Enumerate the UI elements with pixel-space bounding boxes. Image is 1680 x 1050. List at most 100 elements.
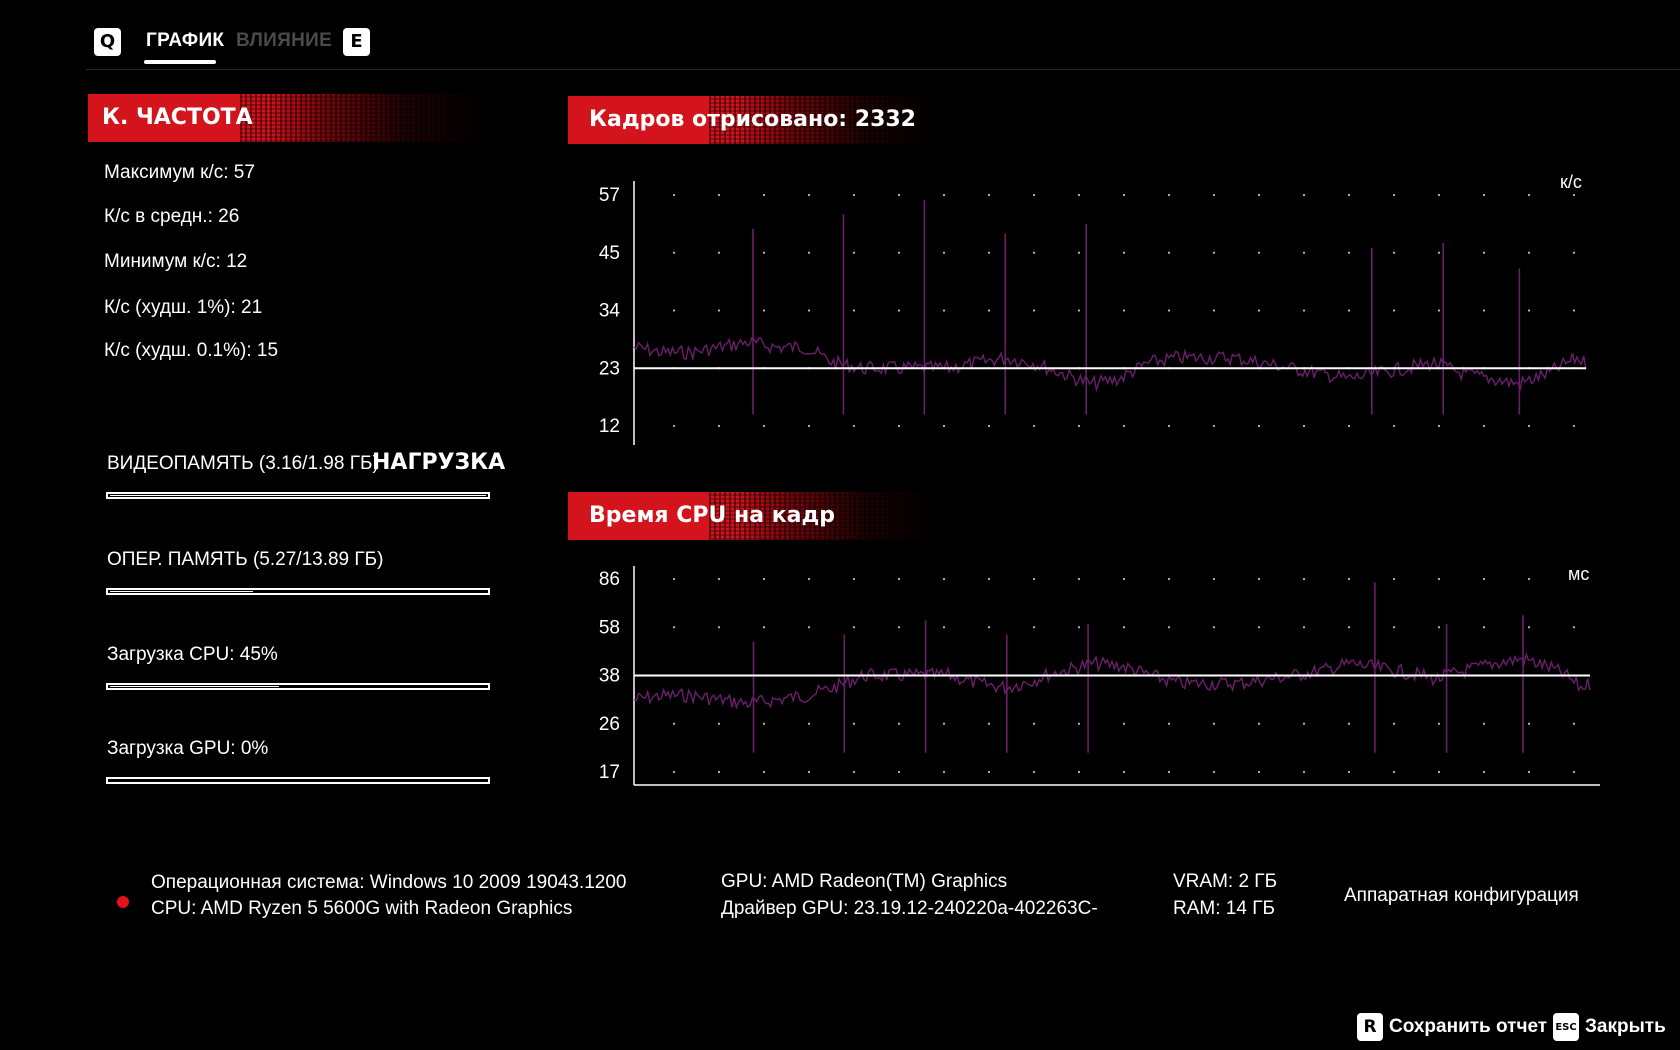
- grid-dot: [1437, 309, 1441, 312]
- grid-dot: [1347, 577, 1351, 581]
- grid-dot: [1212, 722, 1216, 725]
- grid-dot: [852, 770, 856, 774]
- grid-dot: [1482, 424, 1486, 428]
- fps-chart: 57 45 34 23 12: [599, 181, 1587, 445]
- grid-dot: [1302, 193, 1306, 197]
- grid-dot: [897, 770, 901, 774]
- y-tick-label: 57: [599, 185, 620, 206]
- grid-dot: [1032, 626, 1036, 629]
- grid-dot: [1392, 309, 1396, 312]
- grid-dot: [1257, 770, 1261, 774]
- grid-dot: [897, 309, 901, 312]
- tab-graph[interactable]: ГРАФИК: [146, 30, 224, 52]
- grid-dot: [1482, 193, 1486, 197]
- grid-dot: [1122, 770, 1126, 774]
- grid-dot: [1437, 251, 1441, 254]
- grid-dot: [1077, 251, 1081, 254]
- grid-dot: [1302, 309, 1306, 312]
- grid-dot: [1572, 424, 1576, 428]
- tab-impact[interactable]: ВЛИЯНИЕ: [236, 30, 332, 52]
- grid-dot: [1032, 193, 1036, 197]
- grid-dot: [807, 193, 811, 197]
- grid-dot: [807, 770, 811, 774]
- grid-dot: [1572, 770, 1576, 774]
- grid-dot: [942, 309, 946, 312]
- cpu-chart-header: Время CPU на кадр: [568, 492, 938, 540]
- grid-dot: [1257, 309, 1261, 312]
- q-key-icon[interactable]: Q: [94, 28, 121, 56]
- grid-dot: [987, 770, 991, 774]
- fps-stat-min: Минимум к/с: 12: [104, 251, 248, 272]
- grid-dot: [897, 722, 901, 725]
- vram-info: VRAM: 2 ГБ: [1173, 871, 1278, 892]
- grid-dot: [1482, 577, 1486, 581]
- grid-dot: [852, 424, 856, 428]
- grid-dot: [672, 577, 676, 581]
- cpu-load-bar: [106, 683, 490, 690]
- grid-dot: [1302, 424, 1306, 428]
- grid-dot: [1122, 309, 1126, 312]
- gpu-info: GPU: AMD Radeon(TM) Graphics: [721, 871, 1008, 892]
- cpu-load-label: Загрузка CPU: 45%: [107, 644, 278, 665]
- esc-key-icon: ESC: [1553, 1013, 1579, 1041]
- grid-dot: [942, 722, 946, 725]
- active-tab-indicator: [144, 60, 216, 64]
- save-report-label: Сохранить отчет: [1389, 1016, 1548, 1037]
- fps-stat-avg: К/с в средн.: 26: [104, 206, 240, 227]
- grid-dot: [762, 309, 766, 312]
- grid-dot: [1572, 626, 1576, 629]
- grid-dot: [987, 309, 991, 312]
- grid-dot: [1077, 577, 1081, 581]
- grid-dot: [807, 251, 811, 254]
- grid-dot: [1167, 722, 1171, 725]
- grid-dot: [1122, 424, 1126, 428]
- grid-dot: [762, 193, 766, 197]
- bar-fill: [110, 495, 486, 496]
- grid-dot: [942, 193, 946, 197]
- grid-dot: [1077, 424, 1081, 428]
- save-report-button[interactable]: R Сохранить отчет: [1357, 1012, 1547, 1042]
- fps-stat-1pct: К/с (худш. 1%): 21: [104, 297, 263, 318]
- grid-dot: [1167, 251, 1171, 254]
- y-tick-label: 86: [599, 569, 620, 590]
- grid-dot: [1437, 577, 1441, 581]
- grid-dot: [1572, 722, 1576, 725]
- grid-dot: [717, 424, 721, 428]
- grid-dot: [1257, 626, 1261, 629]
- grid-dot: [1212, 251, 1216, 254]
- close-label: Закрыть: [1585, 1016, 1666, 1037]
- grid-dot: [672, 626, 676, 629]
- grid-dot: [1032, 770, 1036, 774]
- grid-dot: [897, 193, 901, 197]
- close-button[interactable]: ESC Закрыть: [1553, 1012, 1666, 1042]
- y-tick-label: 34: [599, 301, 621, 322]
- grid-dot: [1077, 193, 1081, 197]
- fps-stat-01pct: К/с (худш. 0.1%): 15: [104, 340, 279, 361]
- grid-dot: [1392, 722, 1396, 725]
- y-tick-label: 58: [599, 617, 620, 638]
- grid-dot: [1167, 424, 1171, 428]
- grid-dot: [1572, 577, 1576, 581]
- grid-dot: [1032, 722, 1036, 725]
- grid-dot: [1212, 626, 1216, 629]
- load-title: НАГРУЗКА: [372, 450, 506, 475]
- grid-dot: [1572, 193, 1576, 197]
- grid-dot: [1167, 309, 1171, 312]
- grid-dot: [1347, 251, 1351, 254]
- grid-dot: [1257, 251, 1261, 254]
- grid-dot: [852, 577, 856, 581]
- y-tick-label: 26: [599, 714, 620, 735]
- grid-dot: [1032, 424, 1036, 428]
- grid-dot: [1527, 770, 1531, 774]
- grid-dot: [1527, 193, 1531, 197]
- grid-dot: [1437, 770, 1441, 774]
- vram-bar: [106, 492, 490, 499]
- grid-dot: [1212, 770, 1216, 774]
- gpu-load-bar: [106, 777, 490, 784]
- grid-dot: [807, 424, 811, 428]
- hardware-config-link[interactable]: Аппаратная конфигурация: [1344, 885, 1579, 907]
- grid-dot: [942, 770, 946, 774]
- ram-label: ОПЕР. ПАМЯТЬ (5.27/13.89 ГБ): [107, 549, 384, 570]
- e-key-icon[interactable]: E: [343, 28, 370, 56]
- grid-dot: [717, 722, 721, 725]
